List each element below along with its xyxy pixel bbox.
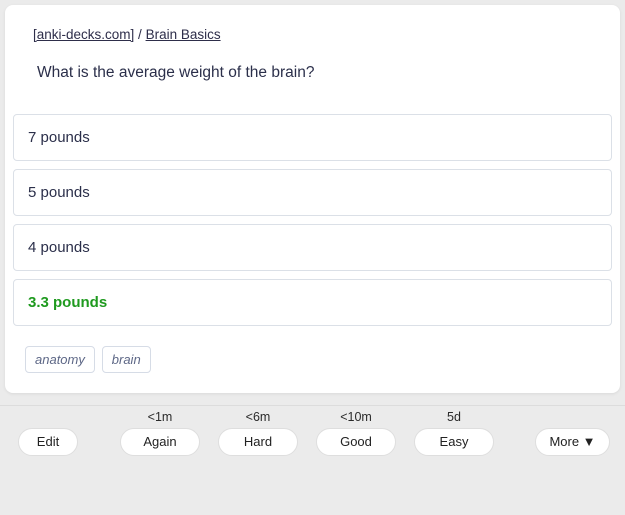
tag-anatomy[interactable]: anatomy	[25, 346, 95, 373]
choice-0[interactable]: 7 pounds	[13, 114, 612, 161]
breadcrumb: [anki-decks.com] / Brain Basics	[33, 27, 592, 42]
review-toolbar: Edit <1m Again <6m Hard <10m Good 5d Eas…	[0, 405, 625, 463]
good-button[interactable]: Good	[316, 428, 396, 456]
interval-again: <1m	[120, 410, 200, 424]
choice-1[interactable]: 5 pounds	[13, 169, 612, 216]
deck-link[interactable]: Brain Basics	[146, 27, 221, 42]
again-button[interactable]: Again	[120, 428, 200, 456]
interval-hard: <6m	[218, 410, 298, 424]
hard-button[interactable]: Hard	[218, 428, 298, 456]
question-text: What is the average weight of the brain?	[33, 64, 592, 82]
flashcard: [anki-decks.com] / Brain Basics What is …	[5, 5, 620, 393]
easy-button[interactable]: Easy	[414, 428, 494, 456]
more-button[interactable]: More ▼	[535, 428, 610, 456]
choice-3[interactable]: 3.3 pounds	[13, 279, 612, 326]
breadcrumb-sep: /	[134, 27, 145, 42]
tags: anatomy brain	[25, 346, 620, 373]
choices-list: 7 pounds 5 pounds 4 pounds 3.3 pounds	[5, 114, 620, 326]
tag-brain[interactable]: brain	[102, 346, 151, 373]
interval-easy: 5d	[414, 410, 494, 424]
choice-2[interactable]: 4 pounds	[13, 224, 612, 271]
edit-button[interactable]: Edit	[18, 428, 78, 456]
interval-good: <10m	[316, 410, 396, 424]
deck-source-link[interactable]: [anki-decks.com]	[33, 27, 134, 42]
